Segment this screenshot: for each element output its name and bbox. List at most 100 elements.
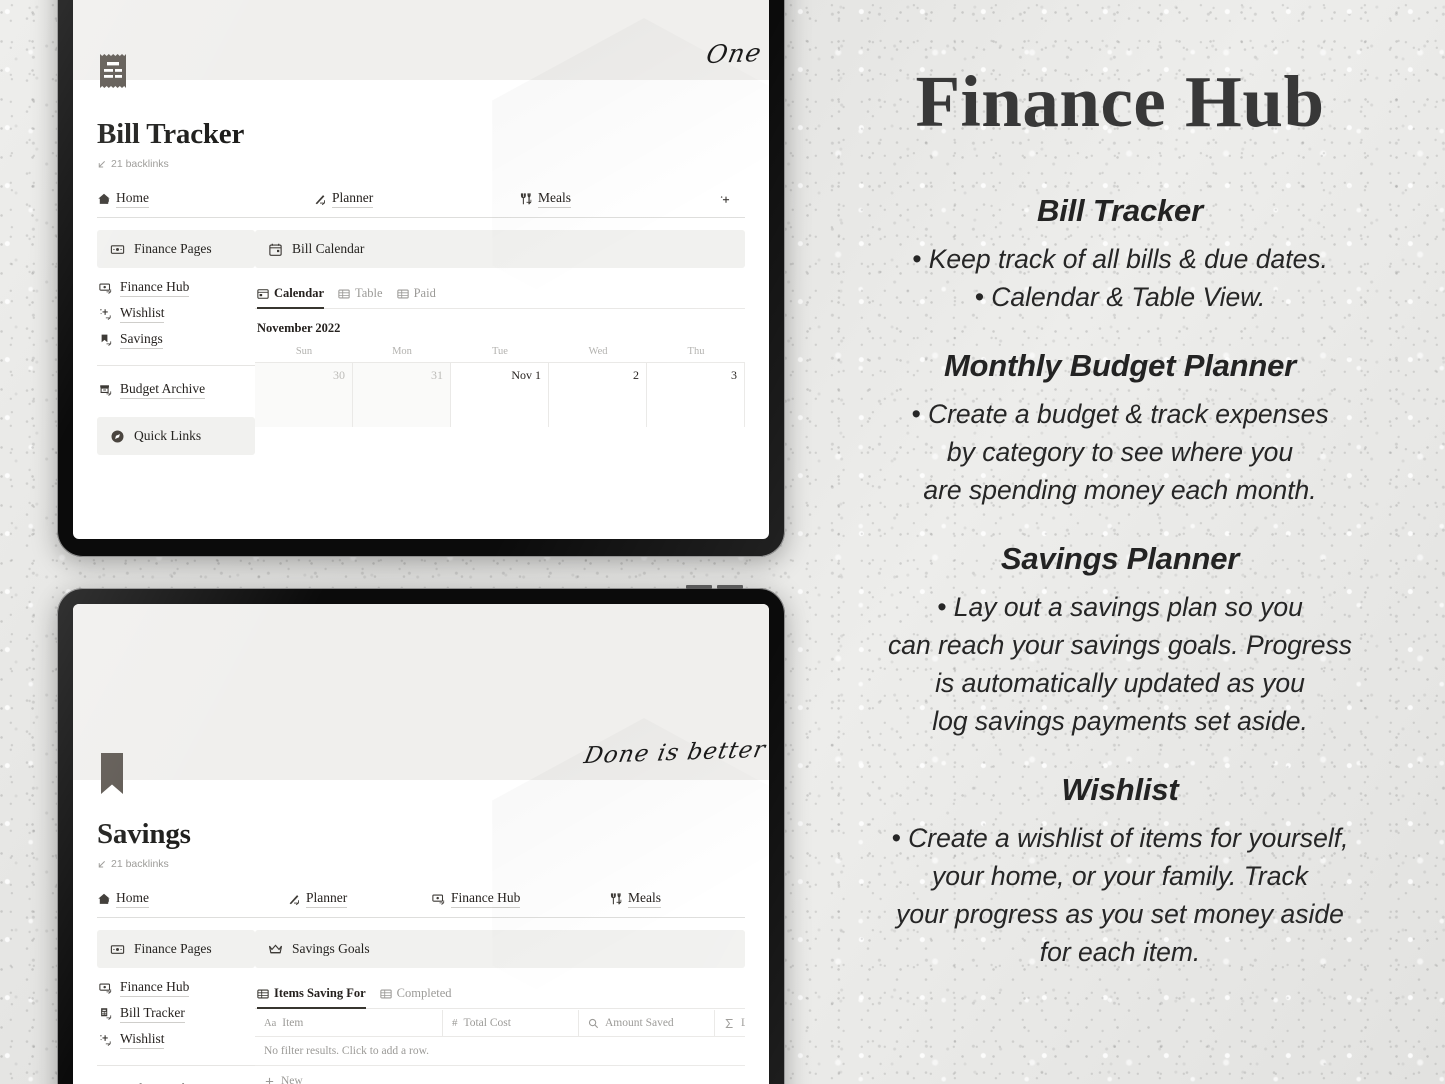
promo-line: your home, or your family. Track [931,860,1308,891]
sidebar-column: Finance Pages Finance Hub [97,230,255,455]
sidebar-item-budget-archive[interactable]: Budget Archive [99,377,251,403]
nav-item-partial-cutoff[interactable] [719,194,733,208]
callout-label: Savings Goals [292,941,370,956]
sidebar-item-wishlist[interactable]: Wishlist [99,301,251,327]
number-type-icon: # [452,1017,458,1029]
callout-bill-calendar[interactable]: Bill Calendar [255,230,745,268]
promo-panel: Finance Hub Bill Tracker • Keep track of… [795,0,1445,1084]
sidebar-item-budget-archive[interactable]: Budget Archive [99,1077,251,1084]
tab-table[interactable]: Table [338,286,383,308]
sidebar-item-bill-tracker[interactable]: Bill Tracker [99,1001,251,1027]
table-column-left-to-save[interactable]: Left T [715,1010,745,1036]
sidebar-item-label: Wishlist [120,305,165,323]
promo-line: are spending money each month. [923,475,1317,506]
promo-section-wishlist: Wishlist • Create a wishlist of items fo… [813,771,1427,972]
money-icon [110,942,125,957]
sidebar-item-label: Savings [120,331,163,349]
nav-item-planner[interactable]: Planner [313,190,519,208]
promo-title: Finance Hub [915,61,1325,142]
promo-section-body: • Create a wishlist of items for yoursel… [813,820,1427,972]
promo-line: is automatically updated as you [935,668,1305,699]
tab-paid[interactable]: Paid [396,286,436,308]
callout-quick-links[interactable]: Quick Links [97,417,255,455]
callout-label: Quick Links [134,428,202,443]
sidebar-item-finance-hub[interactable]: Finance Hub [99,275,251,301]
bookmark-icon[interactable] [97,752,745,796]
sidebar-item-label: Budget Archive [120,381,206,399]
money-icon [110,242,125,257]
promo-section-heading: Savings Planner [1000,541,1240,577]
sidebar-link-group-1: Finance Hub Wishlist Savings [97,268,255,361]
backlinks-indicator[interactable]: 21 backlinks [97,158,745,170]
search-icon [588,1018,599,1029]
sidebar-item-wishlist[interactable]: Wishlist [99,1027,251,1053]
column-label: Total Cost [463,1017,511,1029]
calendar-day-cell[interactable]: 2 [549,363,647,427]
nav-item-home[interactable]: Home [97,890,287,908]
promo-line: log savings payments set aside. [932,705,1308,736]
column-label: Item [282,1017,304,1029]
promo-section-heading: Wishlist [1061,771,1179,807]
receipt-icon[interactable] [97,52,745,96]
nav-item-label: Finance Hub [451,890,521,908]
backlinks-label: 21 backlinks [111,858,169,870]
tab-calendar[interactable]: Calendar [257,286,324,309]
house-icon [97,892,111,906]
nav-item-planner[interactable]: Planner [287,890,432,908]
promo-section-heading: Bill Tracker [1037,193,1203,229]
nav-item-meals[interactable]: Meals [609,890,661,908]
promo-section-body: • Create a budget & track expenses by ca… [813,396,1427,510]
pencil-icon [313,192,327,206]
callout-finance-pages[interactable]: Finance Pages [97,230,255,268]
money-link-icon [432,892,446,906]
page-title: Bill Tracker [97,118,245,150]
callout-label: Bill Calendar [292,241,365,256]
sidebar-link-group-2: Budget Archive [97,1070,255,1084]
volume-up-button[interactable] [686,585,712,589]
backlink-arrow-icon [97,160,106,169]
tab-label: Completed [396,986,452,1000]
table-column-total-cost[interactable]: # Total Cost [443,1010,579,1036]
calendar-day-cell[interactable]: Nov 1 [451,363,549,427]
table-view-icon [396,288,409,300]
new-row-label: New [281,1075,303,1084]
sidebar-item-finance-hub[interactable]: Finance Hub [99,975,251,1001]
nav-item-label: Home [116,890,149,908]
column-label: Amount Saved [605,1017,674,1029]
two-column-layout: Finance Pages Finance Hub [97,230,745,455]
tab-items-saving-for[interactable]: Items Saving For [257,986,366,1009]
bookmark-link-icon [99,333,113,347]
two-column-layout: Finance Pages Finance Hub [97,930,745,1084]
table-view-icon [338,288,350,300]
promo-line: can reach your savings goals. Progress [888,630,1352,661]
receipt-link-icon [99,1007,113,1021]
sidebar-column: Finance Pages Finance Hub [97,930,255,1084]
table-column-amount-saved[interactable]: Amount Saved [579,1010,715,1036]
table-empty-state[interactable]: No filter results. Click to add a row. [255,1037,745,1066]
database-view-tabs: Items Saving For Completed [255,986,745,1009]
tab-completed[interactable]: Completed [380,986,452,1008]
promo-line: for each item. [1039,936,1201,967]
calendar-day-cell[interactable]: 31 [353,363,451,427]
volume-down-button[interactable] [717,585,743,589]
calendar-day-cell[interactable]: 30 [255,363,353,427]
crown-icon [268,942,283,957]
callout-finance-pages[interactable]: Finance Pages [97,930,255,968]
nav-item-finance-hub[interactable]: Finance Hub [432,890,609,908]
money-link-icon [99,981,113,995]
nav-item-label: Planner [332,190,374,208]
backlinks-indicator[interactable]: 21 backlinks [97,858,745,870]
calendar-icon [268,242,283,257]
nav-item-meals[interactable]: Meals [519,190,719,208]
backlinks-label: 21 backlinks [111,158,169,170]
nav-item-label: Meals [628,890,661,908]
nav-item-home[interactable]: Home [97,190,313,208]
table-new-row-button[interactable]: New [255,1066,745,1084]
callout-savings-goals[interactable]: Savings Goals [255,930,745,968]
notion-page-body: Savings 21 backlinks Home Planner Financ… [73,718,769,1084]
sidebar-item-savings[interactable]: Savings [99,327,251,353]
promo-line: by category to see where you [946,437,1294,468]
pencil-icon [287,892,301,906]
table-column-item[interactable]: Aa Item [255,1010,443,1036]
calendar-day-cell[interactable]: 3 [647,363,745,427]
